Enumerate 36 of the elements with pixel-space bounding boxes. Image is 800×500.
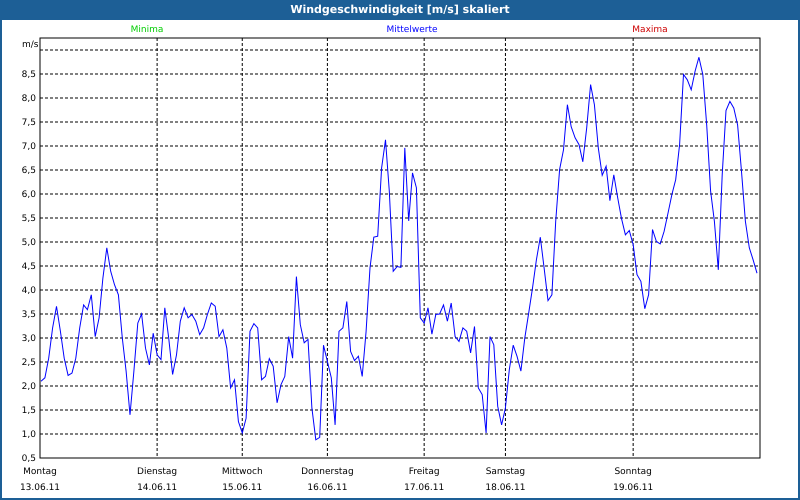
axis-tick-label: 2,0 xyxy=(22,382,36,392)
axis-tick-label: 2,5 xyxy=(22,358,36,368)
window-title: Windgeschwindigkeit [m/s] skaliert xyxy=(290,2,510,18)
axis-tick-label: Montag xyxy=(23,467,57,477)
date-label: 14.06.11 xyxy=(137,483,178,493)
axis-tick-label: 8,5 xyxy=(22,70,36,80)
date-label: 18.06.11 xyxy=(485,483,526,493)
date-label: 15.06.11 xyxy=(222,483,262,493)
legend-label: Mittelwerte xyxy=(386,25,438,35)
axis-tick-label: 3,5 xyxy=(22,310,36,320)
axis-tick-label: 8,0 xyxy=(22,94,36,104)
axis-tick-label: 1,0 xyxy=(22,430,36,440)
axis-tick-label: 6,5 xyxy=(22,166,36,176)
axis-tick-label: 3,0 xyxy=(22,334,36,344)
axis-tick-label: Mittwoch xyxy=(222,467,263,477)
date-label: 19.06.11 xyxy=(613,483,654,493)
axis-label: m/s xyxy=(22,40,38,50)
legend-label: Minima xyxy=(130,25,164,35)
axis-tick-label: 7,0 xyxy=(22,142,36,152)
axis-tick-label: Freitag xyxy=(408,467,440,477)
axis-tick-label: Dienstag xyxy=(137,467,178,477)
date-label: 13.06.11 xyxy=(20,483,60,493)
date-label: 17.06.11 xyxy=(404,483,444,493)
axis-tick-label: 4,0 xyxy=(22,286,36,296)
legend-label: Maxima xyxy=(632,25,668,35)
axis-tick-label: 4,5 xyxy=(22,262,36,272)
axis-tick-label: 7,5 xyxy=(22,118,36,128)
axis-tick-label: Samstag xyxy=(486,467,526,477)
axis-tick-label: 1,5 xyxy=(22,406,36,416)
axis-tick-label: Sonntag xyxy=(614,467,652,477)
date-label: 16.06.11 xyxy=(307,483,348,493)
axis-tick-label: Donnerstag xyxy=(301,467,354,477)
axis-tick-label: 5,5 xyxy=(22,214,36,224)
axis-tick-label: 0,5 xyxy=(22,454,36,464)
axis-tick-label: 6,0 xyxy=(22,190,36,200)
axis-tick-label: 5,0 xyxy=(22,238,36,248)
